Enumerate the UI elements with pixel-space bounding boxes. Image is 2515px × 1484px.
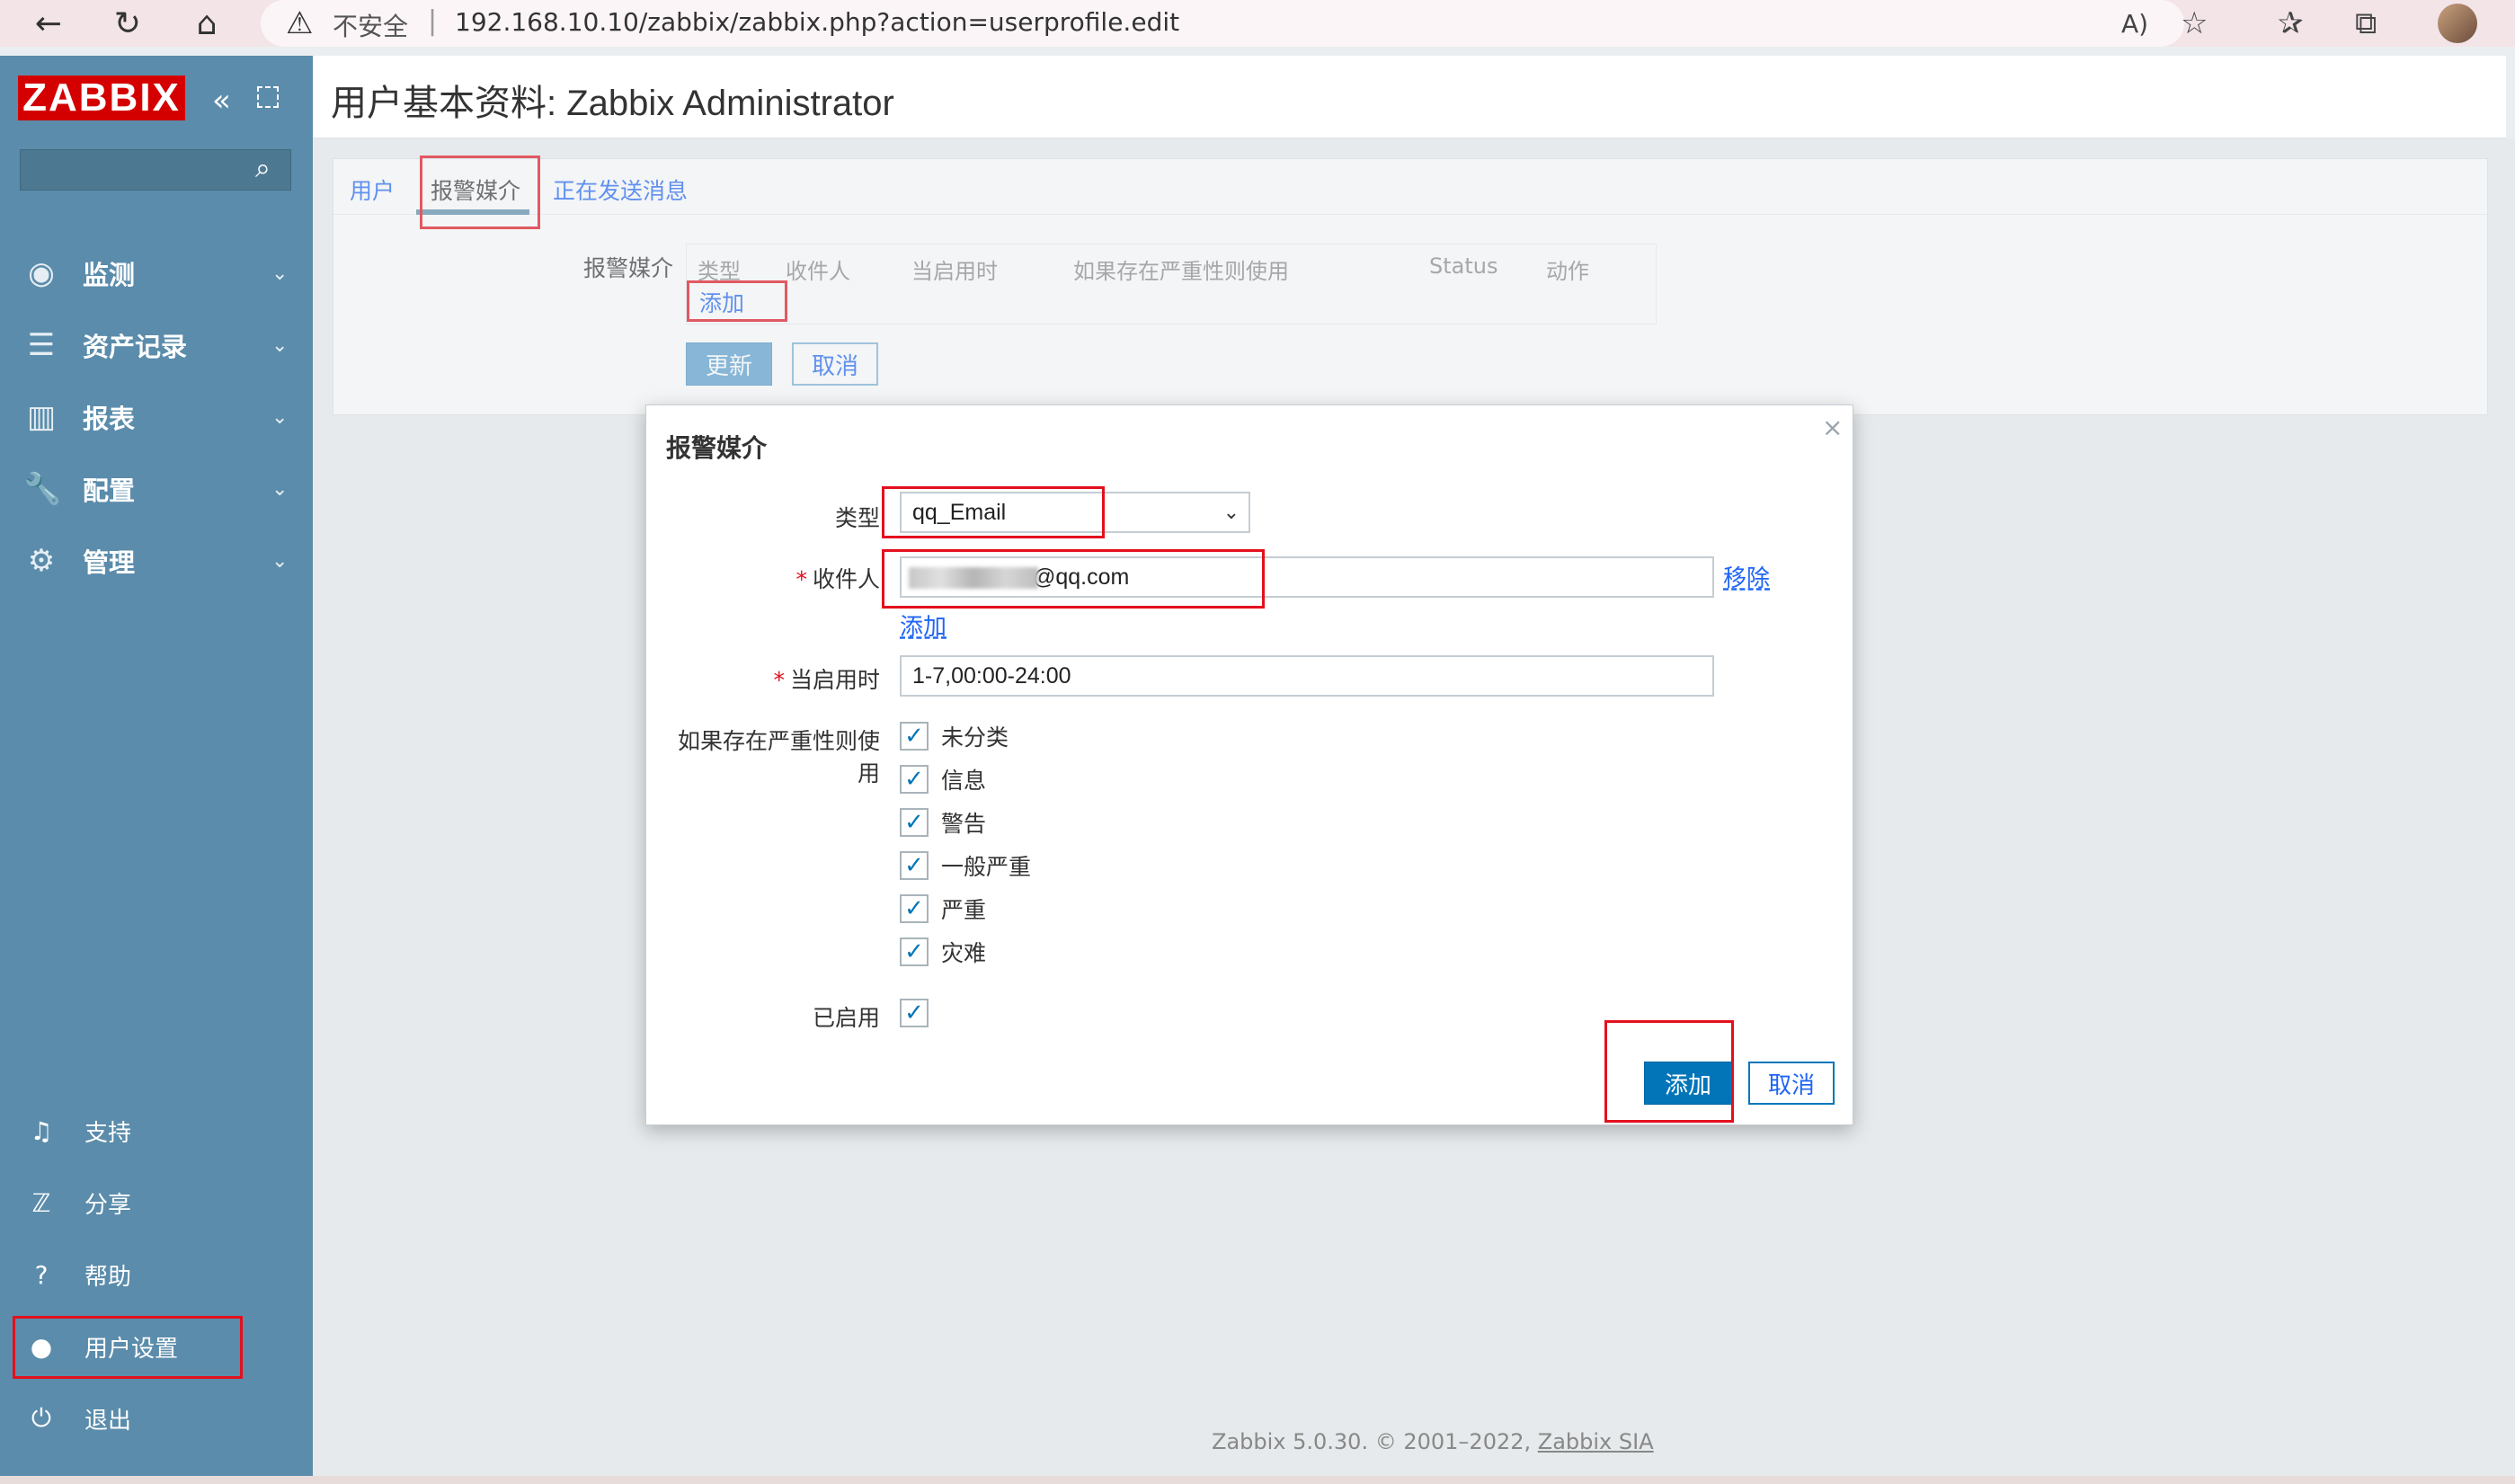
collections-icon[interactable]: ⧉ bbox=[2355, 5, 2377, 41]
sidebar-item-label: 支持 bbox=[84, 1119, 132, 1147]
chevron-down-icon: ⌄ bbox=[271, 405, 289, 429]
severity-option-label: 一般严重 bbox=[941, 854, 1032, 880]
eye-icon: ◉ bbox=[28, 255, 55, 291]
when-active-label-text: 当启用时 bbox=[789, 667, 880, 693]
sidebar-item-help[interactable]: ? 帮助 bbox=[0, 1248, 313, 1302]
footer-text: Zabbix 5.0.30. © 2001–2022, bbox=[1212, 1429, 1538, 1454]
menu-label: 资产记录 bbox=[83, 332, 188, 362]
refresh-icon[interactable]: ↻ bbox=[104, 0, 151, 47]
recipient-label: * 收件人 bbox=[795, 566, 880, 592]
recipient-label-text: 收件人 bbox=[812, 566, 880, 592]
sidebar-item-share[interactable]: ℤ 分享 bbox=[0, 1176, 313, 1230]
sidebar-item-support[interactable]: ♫ 支持 bbox=[0, 1104, 313, 1158]
highlight-box bbox=[1604, 1020, 1734, 1123]
headset-icon: ♫ bbox=[30, 1115, 53, 1146]
enabled-option[interactable]: ✓ bbox=[900, 997, 929, 1029]
search-icon[interactable]: ⌕ bbox=[255, 153, 271, 184]
address-bar[interactable]: ⚠ 不安全 | 192.168.10.10/zabbix/zabbix.php?… bbox=[261, 0, 2184, 47]
severity-option[interactable]: ✓ 一般严重 bbox=[900, 849, 1031, 882]
footer: Zabbix 5.0.30. © 2001–2022, Zabbix SIA bbox=[1212, 1429, 1654, 1454]
profile-avatar[interactable] bbox=[2438, 4, 2477, 43]
page-header: 用户基本资料: Zabbix Administrator bbox=[313, 56, 2506, 138]
severity-option[interactable]: ✓ 未分类 bbox=[900, 720, 1009, 752]
sidebar: ZABBIX « ⌕ ◉ 监测 ⌄ ☰ 资产记录 ⌄ ▥ 报表 ⌄ 🔧 配置 ⌄… bbox=[0, 56, 313, 1476]
kiosk-mode-icon[interactable] bbox=[257, 86, 279, 108]
checkbox-checked-icon[interactable]: ✓ bbox=[900, 937, 929, 966]
menu-label: 配置 bbox=[83, 475, 136, 506]
browser-toolbar: ← ↻ ⌂ ⚠ 不安全 | 192.168.10.10/zabbix/zabbi… bbox=[0, 0, 2515, 47]
dialog-cancel-button[interactable]: 取消 bbox=[1748, 1062, 1835, 1105]
sidebar-item-logout[interactable]: ⏻ 退出 bbox=[0, 1391, 313, 1445]
severity-option[interactable]: ✓ 信息 bbox=[900, 763, 986, 795]
menu-label: 监测 bbox=[83, 260, 136, 290]
checkbox-checked-icon[interactable]: ✓ bbox=[900, 999, 929, 1027]
severity-option-label: 未分类 bbox=[941, 724, 1009, 751]
severity-option-label: 严重 bbox=[941, 897, 987, 923]
help-icon: ? bbox=[34, 1259, 49, 1290]
wrench-icon: 🔧 bbox=[23, 471, 62, 507]
home-icon[interactable]: ⌂ bbox=[183, 0, 230, 47]
sidebar-search-input[interactable] bbox=[20, 149, 291, 191]
severity-option-label: 灾难 bbox=[941, 940, 987, 966]
when-active-label: * 当启用时 bbox=[773, 667, 880, 693]
add-recipient-link[interactable]: 添加 bbox=[900, 609, 946, 642]
chevron-down-icon: ⌄ bbox=[271, 333, 289, 357]
chevron-down-icon: ⌄ bbox=[271, 262, 289, 285]
severity-option[interactable]: ✓ 灾难 bbox=[900, 936, 986, 968]
checkbox-checked-icon[interactable]: ✓ bbox=[900, 894, 929, 923]
read-aloud-icon[interactable]: A) bbox=[2121, 9, 2148, 39]
bar-chart-icon: ▥ bbox=[26, 399, 57, 435]
enabled-label: 已启用 bbox=[812, 1005, 880, 1031]
checkbox-checked-icon[interactable]: ✓ bbox=[900, 722, 929, 751]
checkbox-checked-icon[interactable]: ✓ bbox=[900, 851, 929, 880]
footer-link[interactable]: Zabbix SIA bbox=[1538, 1429, 1654, 1454]
menu-reports[interactable]: ▥ 报表 ⌄ bbox=[0, 390, 313, 444]
warning-icon: ⚠ bbox=[286, 5, 314, 41]
chevron-down-icon: ⌄ bbox=[1222, 501, 1240, 523]
bottom-strip bbox=[0, 1476, 2515, 1484]
favorite-add-icon[interactable]: ☆ bbox=[2181, 5, 2208, 41]
highlight-box bbox=[882, 549, 1265, 609]
media-dialog: 报警媒介 × 类型 qq_Email ⌄ * 收件人 @qq.com 移除 添加 … bbox=[645, 404, 1853, 1125]
url-text[interactable]: 192.168.10.10/zabbix/zabbix.php?action=u… bbox=[455, 7, 1179, 37]
favorites-icon[interactable]: ✰ bbox=[2278, 5, 2304, 41]
page-title: 用户基本资料: Zabbix Administrator bbox=[331, 84, 894, 123]
menu-inventory[interactable]: ☰ 资产记录 ⌄ bbox=[0, 318, 313, 372]
url-separator: | bbox=[428, 5, 438, 37]
severity-option-label: 信息 bbox=[941, 768, 987, 794]
gear-icon: ⚙ bbox=[27, 543, 56, 579]
security-label: 不安全 bbox=[333, 12, 409, 41]
sidebar-item-label: 分享 bbox=[84, 1191, 132, 1219]
menu-administration[interactable]: ⚙ 管理 ⌄ bbox=[0, 534, 313, 588]
severity-option-label: 警告 bbox=[941, 811, 987, 837]
collapse-sidebar-icon[interactable]: « bbox=[212, 83, 231, 119]
severity-label: 如果存在严重性则使用 bbox=[677, 728, 880, 786]
share-icon: ℤ bbox=[31, 1187, 51, 1218]
highlight-box bbox=[882, 486, 1105, 538]
type-label: 类型 bbox=[834, 505, 880, 531]
checkbox-checked-icon[interactable]: ✓ bbox=[900, 808, 929, 837]
sidebar-item-label: 帮助 bbox=[84, 1263, 132, 1291]
sidebar-item-label: 退出 bbox=[84, 1407, 132, 1435]
dialog-title: 报警媒介 bbox=[666, 433, 768, 463]
menu-configuration[interactable]: 🔧 配置 ⌄ bbox=[0, 462, 313, 516]
when-active-input[interactable]: 1-7,00:00-24:00 bbox=[900, 655, 1714, 697]
power-icon: ⏻ bbox=[31, 1403, 52, 1433]
zabbix-logo[interactable]: ZABBIX bbox=[18, 76, 185, 120]
chevron-down-icon: ⌄ bbox=[271, 477, 289, 501]
highlight-box bbox=[13, 1316, 243, 1379]
back-icon[interactable]: ← bbox=[25, 0, 72, 47]
list-icon: ☰ bbox=[27, 327, 56, 363]
severity-option[interactable]: ✓ 严重 bbox=[900, 893, 986, 925]
menu-label: 管理 bbox=[83, 547, 136, 578]
menu-monitoring[interactable]: ◉ 监测 ⌄ bbox=[0, 246, 313, 300]
checkbox-checked-icon[interactable]: ✓ bbox=[900, 765, 929, 794]
menu-label: 报表 bbox=[83, 404, 136, 434]
severity-option[interactable]: ✓ 警告 bbox=[900, 806, 986, 839]
close-icon[interactable]: × bbox=[1822, 413, 1843, 442]
chevron-down-icon: ⌄ bbox=[271, 549, 289, 573]
remove-recipient-link[interactable]: 移除 bbox=[1723, 560, 1770, 593]
